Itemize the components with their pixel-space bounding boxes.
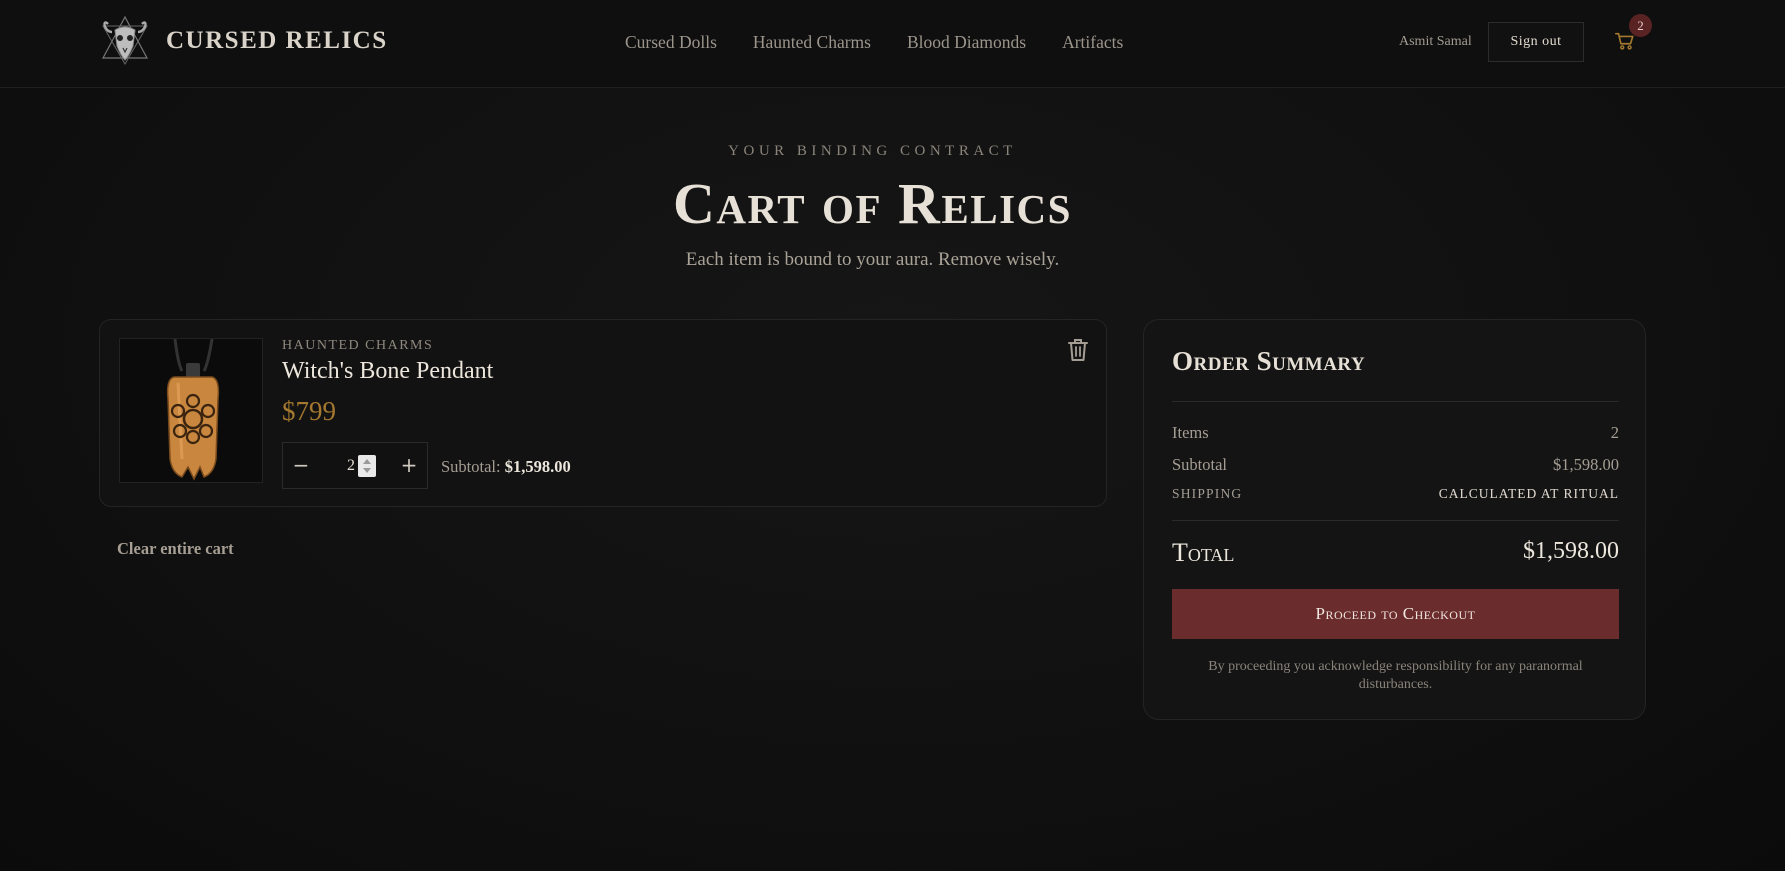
item-subtotal-value: $1,598.00: [504, 457, 571, 476]
product-image[interactable]: [119, 338, 263, 483]
summary-items-value: 2: [1610, 423, 1619, 442]
summary-subtotal-label: Subtotal: [1172, 455, 1228, 474]
summary-items-label: Items: [1172, 423, 1209, 442]
summary-total-value: $1,598.00: [1523, 538, 1619, 564]
quantity-stepper: − +: [282, 442, 428, 489]
page-eyebrow: YOUR BINDING CONTRACT: [728, 143, 1017, 159]
summary-subtotal-value: $1,598.00: [1553, 455, 1619, 474]
goat-skull-pentagram-icon: [101, 15, 149, 65]
quantity-input[interactable]: [325, 455, 355, 477]
brand-logo[interactable]: CURSED RELICS: [98, 14, 388, 68]
summary-items-row: Items 2: [1172, 423, 1619, 443]
user-name: Asmit Samal: [1399, 34, 1472, 49]
page-subtitle: Each item is bound to your aura. Remove …: [685, 249, 1060, 270]
nav-blood-diamonds[interactable]: Blood Diamonds: [907, 32, 1026, 53]
summary-divider: [1172, 520, 1619, 521]
nav-haunted-charms[interactable]: Haunted Charms: [753, 32, 871, 53]
cart-item: HAUNTED CHARMS Witch's Bone Pendant $799…: [99, 319, 1107, 507]
summary-divider: [1172, 401, 1619, 402]
checkout-disclaimer: By proceeding you acknowledge responsibi…: [1208, 659, 1583, 692]
item-price: $799: [282, 396, 336, 426]
summary-subtotal-row: Subtotal $1,598.00: [1172, 455, 1619, 475]
main-nav: Cursed Dolls Haunted Charms Blood Diamon…: [625, 32, 1123, 53]
item-name[interactable]: Witch's Bone Pendant: [282, 358, 493, 385]
quantity-spinner[interactable]: [358, 455, 376, 477]
site-header: CURSED RELICS Cursed Dolls Haunted Charm…: [0, 0, 1785, 88]
nav-cursed-dolls[interactable]: Cursed Dolls: [625, 32, 717, 53]
summary-total-label: Total: [1172, 538, 1235, 567]
bone-pendant-image: [120, 339, 262, 482]
brand-name: CURSED RELICS: [166, 27, 388, 54]
summary-shipping-value: CALCULATED AT RITUAL: [1438, 486, 1619, 501]
checkout-button[interactable]: Proceed to Checkout: [1172, 589, 1619, 639]
sign-out-button[interactable]: Sign out: [1488, 22, 1584, 62]
order-summary: Order Summary Items 2 Subtotal $1,598.00…: [1143, 319, 1646, 720]
page-title: Cart of Relics: [673, 171, 1072, 236]
summary-shipping-row: SHIPPING CALCULATED AT RITUAL: [1172, 486, 1619, 502]
quantity-increase-button[interactable]: +: [399, 455, 419, 475]
item-subtotal-label: Subtotal:: [441, 457, 501, 476]
summary-shipping-label: SHIPPING: [1172, 486, 1243, 501]
quantity-decrease-button[interactable]: −: [291, 455, 311, 475]
summary-total-row: Total $1,598.00: [1172, 538, 1619, 568]
summary-title: Order Summary: [1172, 346, 1366, 376]
item-subtotal: Subtotal: $1,598.00: [441, 457, 571, 477]
nav-artifacts[interactable]: Artifacts: [1062, 32, 1123, 53]
cart-count-badge: 2: [1629, 14, 1652, 37]
trash-icon[interactable]: [1066, 337, 1090, 363]
clear-cart-button[interactable]: Clear entire cart: [117, 539, 234, 559]
item-category: HAUNTED CHARMS: [282, 338, 434, 353]
